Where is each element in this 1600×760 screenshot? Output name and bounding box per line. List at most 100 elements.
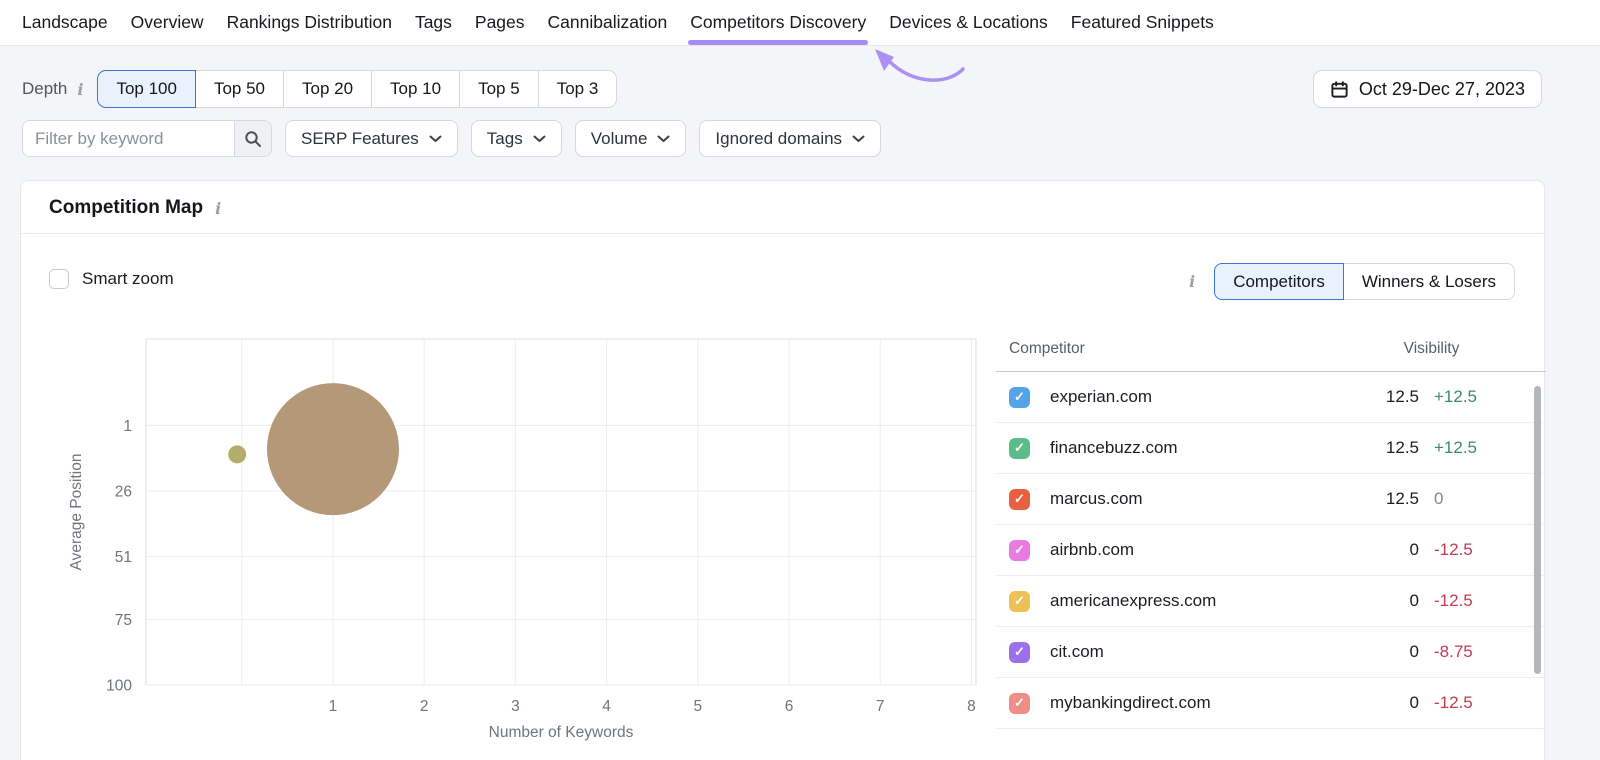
competitor-checkbox[interactable]: ✓ bbox=[1009, 386, 1030, 408]
view-toggle-info-icon[interactable]: i bbox=[1189, 272, 1195, 291]
smart-zoom-label: Smart zoom bbox=[82, 269, 174, 288]
column-header-visibility: Visibility bbox=[1403, 340, 1460, 357]
tab-featured-snippets[interactable]: Featured Snippets bbox=[1071, 0, 1214, 45]
table-row-cit-com[interactable]: ✓ cit.com 0 -8.75 bbox=[996, 627, 1546, 678]
view-toggle-wrap: i Competitors Winners & Losers bbox=[1189, 263, 1515, 300]
depth-option-top-5[interactable]: Top 5 bbox=[459, 70, 539, 108]
visibility-change: -12.5 bbox=[1434, 540, 1473, 559]
depth-label: Depth bbox=[22, 79, 68, 98]
visibility-change: -12.5 bbox=[1434, 693, 1473, 712]
tab-tags[interactable]: Tags bbox=[415, 0, 452, 45]
keyword-filter-input[interactable] bbox=[23, 121, 234, 156]
competitor-domain: experian.com bbox=[1050, 387, 1153, 406]
competitor-domain: mybankingdirect.com bbox=[1050, 693, 1211, 712]
competitor-checkbox[interactable]: ✓ bbox=[1009, 590, 1030, 612]
depth-option-top-50[interactable]: Top 50 bbox=[194, 70, 284, 108]
dropdown-serp-features[interactable]: SERP Features bbox=[285, 120, 458, 157]
chevron-down-icon bbox=[533, 135, 546, 142]
plot-area bbox=[145, 338, 977, 686]
dropdown-ignored-domains[interactable]: Ignored domains bbox=[699, 120, 882, 157]
x-tick-label: 5 bbox=[694, 698, 703, 715]
competitor-domain: marcus.com bbox=[1050, 489, 1143, 508]
table-row-mybankingdirect-com[interactable]: ✓ mybankingdirect.com 0 -12.5 bbox=[996, 678, 1546, 729]
competitor-domain: airbnb.com bbox=[1050, 540, 1135, 559]
chart-bubble[interactable] bbox=[228, 445, 247, 464]
competitors-table: Competitor Visibility ✓ experian.com 12.5 +… bbox=[996, 331, 1546, 729]
competitor-checkbox[interactable]: ✓ bbox=[1009, 539, 1030, 561]
date-range-button[interactable]: Oct 29-Dec 27, 2023 bbox=[1312, 70, 1542, 108]
card-title: Competition Map bbox=[49, 197, 204, 218]
smart-zoom-checkbox[interactable] bbox=[49, 269, 69, 289]
depth-option-top-20[interactable]: Top 20 bbox=[283, 70, 373, 108]
x-tick-label: 8 bbox=[967, 698, 976, 715]
card-header: Competition Map i bbox=[21, 181, 1544, 234]
table-body: ✓ experian.com 12.5 +12.5 ✓ financebuzz.com 12… bbox=[996, 372, 1546, 729]
tab-pages[interactable]: Pages bbox=[475, 0, 525, 45]
x-tick-label: 7 bbox=[876, 698, 885, 715]
competitor-domain: cit.com bbox=[1050, 642, 1104, 661]
competitor-domain: americanexpress.com bbox=[1050, 591, 1217, 610]
x-tick-label: 6 bbox=[785, 698, 794, 715]
card-title-info-icon[interactable]: i bbox=[215, 199, 221, 218]
y-tick-label: 100 bbox=[106, 678, 132, 695]
y-tick-label: 75 bbox=[115, 612, 132, 629]
chevron-down-icon bbox=[852, 135, 865, 142]
search-icon bbox=[245, 130, 261, 147]
table-row-airbnb-com[interactable]: ✓ airbnb.com 0 -12.5 bbox=[996, 525, 1546, 576]
dropdown-tags[interactable]: Tags bbox=[470, 120, 562, 157]
filter-toolbar: SERP Features Tags Volume Ignored domains bbox=[22, 120, 882, 157]
tab-devices-locations[interactable]: Devices & Locations bbox=[889, 0, 1048, 45]
tab-competitors-discovery[interactable]: Competitors Discovery bbox=[688, 0, 869, 45]
view-toggle-winners-losers[interactable]: Winners & Losers bbox=[1342, 263, 1515, 300]
y-axis-title: Average Position bbox=[68, 454, 85, 571]
visibility-change: +12.5 bbox=[1434, 438, 1478, 457]
visibility-value: 0 bbox=[1409, 540, 1419, 559]
x-tick-label: 4 bbox=[602, 698, 611, 715]
visibility-value: 0 bbox=[1409, 591, 1419, 610]
dropdown-label: Volume bbox=[590, 128, 648, 148]
tab-landscape[interactable]: Landscape bbox=[22, 0, 108, 45]
table-row-marcus-com[interactable]: ✓ marcus.com 12.5 0 bbox=[996, 474, 1546, 525]
competition-map-card: Competition Map i Smart zoom i Competito… bbox=[20, 180, 1546, 760]
tab-overview[interactable]: Overview bbox=[131, 0, 204, 45]
competitor-checkbox[interactable]: ✓ bbox=[1009, 692, 1030, 714]
dropdown-volume[interactable]: Volume bbox=[574, 120, 687, 157]
table-header: Competitor Visibility bbox=[996, 331, 1546, 372]
competitor-checkbox[interactable]: ✓ bbox=[1009, 437, 1030, 459]
x-tick-label: 3 bbox=[511, 698, 520, 715]
depth-toolbar: Depth i Top 100 Top 50 Top 20 Top 10 Top 5 To… bbox=[22, 70, 1542, 108]
competitor-checkbox[interactable]: ✓ bbox=[1009, 641, 1030, 663]
visibility-value: 12.5 bbox=[1385, 489, 1419, 508]
y-tick-label: 26 bbox=[115, 484, 132, 501]
tab-cannibalization[interactable]: Cannibalization bbox=[548, 0, 668, 45]
y-tick-label: 51 bbox=[115, 549, 132, 566]
search-button[interactable] bbox=[234, 121, 271, 156]
tab-rankings-distribution[interactable]: Rankings Distribution bbox=[227, 0, 392, 45]
smart-zoom-toggle[interactable]: Smart zoom bbox=[49, 269, 174, 289]
x-axis-title: Number of Keywords bbox=[489, 724, 634, 741]
bubble-chart-svg: 1 26 51 75 100 1 2 3 4 5 6 7 8 Number of Keywords Aver… bbox=[68, 338, 977, 741]
view-toggle-competitors[interactable]: Competitors bbox=[1214, 263, 1344, 300]
depth-option-top-3[interactable]: Top 3 bbox=[537, 70, 618, 108]
chevron-down-icon bbox=[429, 135, 442, 142]
table-scrollbar[interactable] bbox=[1534, 386, 1541, 674]
chart-bubble[interactable] bbox=[266, 383, 399, 516]
chevron-down-icon bbox=[657, 135, 670, 142]
competitor-checkbox[interactable]: ✓ bbox=[1009, 488, 1030, 510]
dropdown-label: Tags bbox=[486, 128, 523, 148]
competitor-domain: financebuzz.com bbox=[1050, 438, 1178, 457]
table-row-experian-com[interactable]: ✓ experian.com 12.5 +12.5 bbox=[996, 372, 1546, 423]
competition-map-chart: 1 26 51 75 100 1 2 3 4 5 6 7 8 Number of Keywords Aver… bbox=[61, 331, 1001, 746]
calendar-icon bbox=[1331, 80, 1348, 98]
depth-info-icon[interactable]: i bbox=[77, 80, 83, 99]
depth-option-top-100[interactable]: Top 100 bbox=[97, 70, 196, 108]
visibility-change: -12.5 bbox=[1434, 591, 1473, 610]
x-tick-label: 2 bbox=[420, 698, 429, 715]
visibility-change: 0 bbox=[1434, 489, 1444, 508]
depth-option-top-10[interactable]: Top 10 bbox=[371, 70, 461, 108]
table-row-financebuzz-com[interactable]: ✓ financebuzz.com 12.5 +12.5 bbox=[996, 423, 1546, 474]
depth-segmented-control: Top 100 Top 50 Top 20 Top 10 Top 5 Top 3 bbox=[97, 70, 618, 108]
table-row-americanexpress-com[interactable]: ✓ americanexpress.com 0 -12.5 bbox=[996, 576, 1546, 627]
x-tick-label: 1 bbox=[329, 698, 338, 715]
column-header-competitor: Competitor bbox=[1009, 340, 1085, 357]
